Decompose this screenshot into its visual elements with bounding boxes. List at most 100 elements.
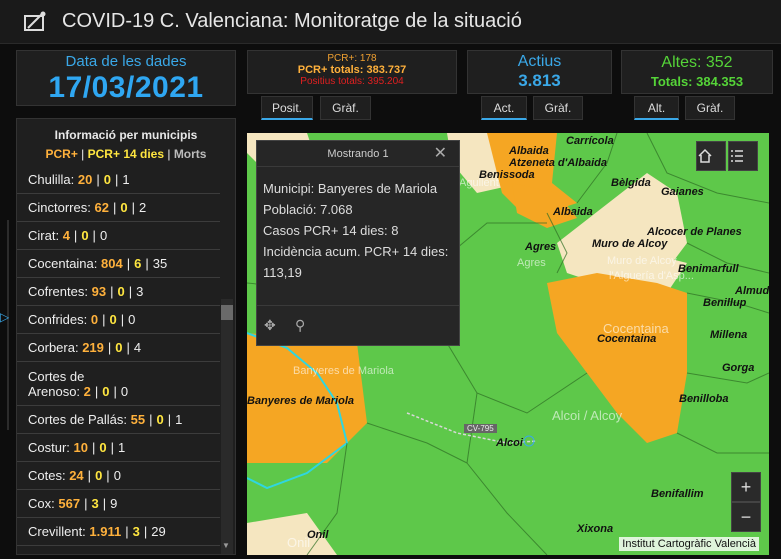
date-panel: Data de les dades 17/03/2021: [16, 50, 236, 106]
active-panel: Actius 3.813: [467, 50, 612, 94]
municipality-row[interactable]: Cullera: 15|1|3: [17, 546, 220, 554]
municipality-stats-line: Costur: 10 | 0 | 1: [28, 440, 125, 455]
municipality-stats-line: Arenoso: 2 | 0 | 0: [28, 384, 128, 399]
deaths-count: 3: [121, 552, 128, 554]
zoom-to-icon[interactable]: ⚲: [295, 317, 305, 334]
municipality-name: Cofrentes:: [28, 284, 88, 299]
tab-discharged[interactable]: Alt.: [634, 96, 679, 120]
popup-footer: ✥ ⚲: [257, 305, 459, 345]
pan-to-icon[interactable]: ✥: [264, 317, 276, 334]
popup-population: Població: 7.068: [263, 202, 353, 217]
municipality-stats-line: Cocentaina: 804 | 6 | 35: [28, 256, 167, 271]
municipality-list: Chulilla: 20 | 0 | 1 Cinctorres: 62 | 0 | 2 Cirat:…: [17, 166, 220, 554]
close-icon[interactable]: ✕: [434, 141, 447, 167]
map-ghost-label: Muro de Alcoy: [607, 255, 677, 267]
municipality-stats-line: Cinctorres: 62 | 0 | 2: [28, 200, 146, 215]
municipality-row[interactable]: Costur: 10 | 0 | 1: [17, 434, 220, 462]
pcr-count: 804: [101, 256, 123, 271]
map-label: Benillup: [703, 297, 747, 309]
map-label: Millena: [710, 329, 748, 341]
zoom-in-button[interactable]: +: [731, 472, 761, 502]
municipality-row[interactable]: Corbera: 219 | 0 | 4: [17, 334, 220, 362]
home-icon: [698, 148, 712, 163]
zoom-out-button[interactable]: −: [731, 502, 761, 532]
scrollbar-track[interactable]: [221, 299, 233, 554]
tab-active[interactable]: Act.: [481, 96, 527, 120]
separator: |: [106, 468, 110, 483]
separator: |: [125, 524, 129, 539]
municipality-row[interactable]: Cortes de Arenoso: 2 | 0 | 0: [17, 362, 220, 406]
deaths-count: 9: [110, 496, 118, 511]
municipality-name: Cotes:: [28, 468, 66, 483]
home-button[interactable]: [696, 141, 726, 171]
map-label: Agres: [525, 241, 557, 253]
map-label: Gorga: [722, 362, 755, 374]
list-icon: [731, 150, 743, 162]
separator: |: [113, 383, 117, 399]
pcr-count: 219: [82, 340, 104, 355]
separator: |: [110, 284, 114, 299]
popup-municipality: Municipi: Banyeres de Mariola: [263, 181, 438, 196]
municipality-row[interactable]: Cofrentes: 93 | 0 | 3: [17, 278, 220, 306]
tab-pcr-chart[interactable]: Gràf.: [320, 96, 371, 120]
municipality-stats-line: Crevillent: 1.911 | 3 | 29: [28, 524, 166, 539]
popup-incidence: Incidència acum. PCR+ 14 dies: 113,19: [263, 244, 449, 280]
municipality-row[interactable]: Confrides: 0 | 0 | 0: [17, 306, 220, 334]
legend-pcr: PCR+: [45, 147, 78, 161]
pcr-count: 567: [58, 496, 81, 511]
municipality-name: Cox:: [28, 496, 55, 511]
pcr14-count: 0: [103, 172, 111, 187]
tab-positives[interactable]: Posit.: [261, 96, 313, 120]
legend-sep: |: [77, 147, 88, 161]
separator: |: [84, 496, 88, 511]
legend-button[interactable]: [728, 141, 758, 171]
municipality-stats-line: Cofrentes: 93 | 0 | 3: [28, 284, 143, 299]
map-label: Benifallim: [651, 488, 704, 500]
map-attribution[interactable]: Institut Cartogràfic Valencià: [619, 537, 759, 551]
expand-arrow-icon[interactable]: ▷: [0, 310, 9, 324]
separator: |: [120, 312, 125, 327]
discharged-totals: Totals: 384.353: [650, 74, 744, 89]
scroll-down-icon[interactable]: ▼: [222, 541, 232, 551]
pcr-panel: PCR+: 178 PCR+ totals: 383.737 Positius …: [247, 50, 457, 94]
pcr-count: 93: [91, 284, 107, 299]
municipality-row[interactable]: Cinctorres: 62 | 0 | 2: [17, 194, 220, 222]
separator: |: [102, 312, 106, 327]
municipality-row[interactable]: Cotes: 24 | 0 | 0: [17, 462, 220, 490]
separator: |: [126, 340, 130, 355]
active-label: Actius: [517, 53, 562, 70]
scrollbar-thumb[interactable]: [221, 305, 233, 320]
pcr14-count: 0: [99, 440, 107, 455]
popup-cases-14: Casos PCR+ 14 dies: 8: [263, 223, 399, 238]
app-title: COVID-19 C. Valenciana: Monitoratge de l…: [62, 10, 522, 32]
municipality-row[interactable]: Cox: 567 | 3 | 9: [17, 490, 220, 518]
municipality-row[interactable]: Crevillent: 1.911 | 3 | 29: [17, 518, 220, 546]
municipality-row[interactable]: Chulilla: 20 | 0 | 1: [17, 166, 220, 194]
separator: |: [73, 228, 78, 243]
separator: |: [112, 200, 117, 215]
pcr-count: 15: [76, 552, 90, 554]
map-label: Onil: [307, 529, 329, 541]
municipality-stats-line: Cotes: 24 | 0 | 0: [28, 468, 121, 483]
road-label: CV-795: [464, 424, 497, 433]
map-ghost-label: Agullent: [459, 177, 499, 189]
pcr14-count: 0: [115, 340, 123, 355]
separator: |: [102, 496, 107, 511]
pcr14-count: 0: [102, 383, 110, 399]
municipality-name: Chulilla:: [28, 172, 75, 187]
tab-discharged-chart[interactable]: Gràf.: [685, 96, 735, 120]
pcr-count: 24: [69, 468, 84, 483]
separator: |: [126, 256, 131, 271]
municipality-name: Cocentaina:: [28, 256, 98, 271]
municipality-row[interactable]: Cocentaina: 804 | 6 | 35: [17, 250, 220, 278]
tab-active-chart[interactable]: Gràf.: [533, 96, 583, 120]
plus-icon: +: [740, 477, 752, 497]
municipality-name: Cortes de Pallás:: [28, 412, 127, 427]
deaths-count: 0: [120, 383, 129, 399]
separator: |: [167, 412, 172, 427]
municipality-row[interactable]: Cirat: 4 | 0 | 0: [17, 222, 220, 250]
map-label: Gaianes: [661, 186, 704, 198]
municipality-row[interactable]: Cortes de Pallás: 55 | 0 | 1: [17, 406, 220, 434]
virus-logo-icon: [22, 10, 50, 34]
pcr-count: 10: [73, 440, 88, 455]
